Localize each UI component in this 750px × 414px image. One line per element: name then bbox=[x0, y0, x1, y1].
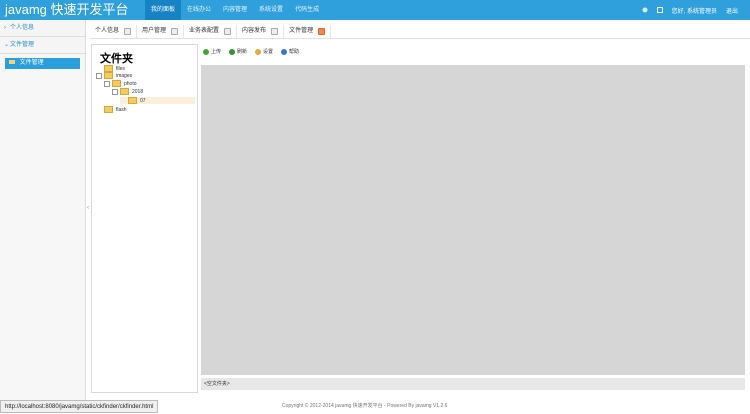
tab-label: 用户管理 bbox=[142, 27, 167, 34]
logout-link[interactable]: 退出 bbox=[726, 6, 738, 15]
sidebar-group-files[interactable]: ⌄ 文件管理 bbox=[0, 37, 85, 54]
footer-copyright: Copyright © 2012-2014 javamg 快速开发平台 - Po… bbox=[282, 403, 448, 409]
top-right-area: 您好, 系统管理员 退出 bbox=[642, 0, 738, 20]
status-bar: <空文件夹> bbox=[201, 378, 745, 390]
user-menu-link[interactable]: 您好, 系统管理员 bbox=[672, 6, 717, 15]
folder-icon bbox=[104, 106, 113, 113]
settings-icon bbox=[255, 48, 262, 55]
sidebar-collapse-handle[interactable]: ‹ bbox=[86, 200, 90, 216]
tree-node[interactable]: 2018 bbox=[112, 88, 143, 95]
tree-node[interactable]: images bbox=[96, 72, 132, 79]
refresh-icon bbox=[229, 48, 236, 55]
toolbar-button[interactable]: 帮助 bbox=[281, 48, 299, 55]
tab[interactable]: 文件管理 bbox=[284, 24, 332, 38]
tab-label: 文件管理 bbox=[289, 27, 314, 34]
chevron-down-icon: ⌄ bbox=[4, 42, 10, 48]
folder-icon bbox=[104, 65, 113, 72]
folder-icon bbox=[120, 88, 129, 95]
sidebar-group-profile[interactable]: › 个人信息 bbox=[0, 20, 85, 37]
folder-icon bbox=[128, 97, 137, 104]
nav-item[interactable]: 在线办公 bbox=[181, 0, 217, 20]
close-icon[interactable] bbox=[224, 27, 232, 35]
sidebar-group-label: 个人信息 bbox=[10, 25, 35, 31]
tab[interactable]: 用户管理 bbox=[137, 24, 185, 38]
help-icon bbox=[281, 48, 288, 55]
tab[interactable]: 个人信息 bbox=[90, 24, 138, 38]
tree-node-label: 07 bbox=[140, 97, 146, 104]
tree-node-label: images bbox=[116, 72, 133, 79]
tree-node[interactable]: 07 bbox=[120, 97, 195, 104]
toolbar-button[interactable]: 上传 bbox=[203, 48, 221, 55]
tab-label: 业务表配置 bbox=[189, 27, 220, 34]
tree-node[interactable]: photo bbox=[104, 80, 137, 87]
tab-label: 个人信息 bbox=[95, 27, 120, 34]
tree-node[interactable]: flash bbox=[96, 106, 127, 113]
top-navbar: javamg 快速开发平台 我的面板 在线办公 内容管理 系统设置 代码生成 您好, 系… bbox=[0, 0, 750, 20]
expand-toggle-icon[interactable] bbox=[104, 80, 110, 87]
sidebar: › 个人信息 ⌄ 文件管理 文件管理 bbox=[0, 20, 86, 400]
nav-item[interactable]: 代码生成 bbox=[289, 0, 325, 20]
tree-node-label: photo bbox=[124, 80, 137, 87]
sidebar-item-label: 文件管理 bbox=[19, 60, 44, 66]
folder-panel-title: 文件夹 bbox=[100, 53, 133, 65]
toolbar-button-label: 刷新 bbox=[237, 49, 248, 55]
nav-item[interactable]: 我的面板 bbox=[145, 0, 182, 20]
tree-node-label: flash bbox=[116, 106, 127, 113]
toolbar-button-label: 上传 bbox=[211, 49, 222, 55]
tab[interactable]: 业务表配置 bbox=[184, 24, 238, 38]
expand-toggle-icon[interactable] bbox=[112, 88, 118, 95]
folder-icon bbox=[112, 80, 121, 87]
toolbar-button[interactable]: 刷新 bbox=[229, 48, 247, 55]
file-toolbar: 上传 刷新 设置 帮助 bbox=[203, 48, 299, 55]
folder-icon bbox=[104, 72, 113, 79]
upload-icon bbox=[203, 48, 209, 55]
chevron-right-icon: › bbox=[4, 25, 6, 31]
close-icon[interactable] bbox=[171, 27, 179, 35]
close-icon[interactable] bbox=[271, 27, 279, 35]
main-nav: 我的面板 在线办公 内容管理 系统设置 代码生成 bbox=[145, 0, 325, 20]
brand-title: javamg 快速开发平台 bbox=[5, 2, 129, 17]
folder-icon bbox=[9, 60, 15, 65]
sidebar-item-file-manager[interactable]: 文件管理 bbox=[5, 58, 80, 69]
tab-bar: 个人信息 用户管理 业务表配置 内容发布 文件管理 bbox=[90, 24, 750, 39]
folder-panel: 文件夹 files images photo 2018 07 flash bbox=[91, 44, 198, 393]
expand-toggle-icon[interactable] bbox=[96, 72, 102, 79]
nav-item[interactable]: 系统设置 bbox=[253, 0, 289, 20]
nav-item[interactable]: 内容管理 bbox=[217, 0, 253, 20]
tab-label: 内容发布 bbox=[242, 27, 267, 34]
status-url: http://localhost:8080/javamg/static/ckfi… bbox=[0, 400, 159, 413]
close-icon[interactable] bbox=[318, 27, 326, 35]
tree-node-label: 2018 bbox=[132, 88, 144, 95]
tree-node[interactable]: files bbox=[96, 65, 125, 72]
file-list-area[interactable] bbox=[201, 65, 745, 375]
tree-node-label: files bbox=[116, 65, 125, 72]
grid-icon[interactable] bbox=[656, 7, 663, 13]
toolbar-button[interactable]: 设置 bbox=[255, 48, 273, 55]
sidebar-group-label: 文件管理 bbox=[10, 42, 35, 48]
close-icon[interactable] bbox=[124, 27, 132, 35]
theme-icon[interactable] bbox=[642, 7, 648, 13]
toolbar-button-label: 设置 bbox=[263, 49, 274, 55]
tab[interactable]: 内容发布 bbox=[237, 24, 285, 38]
toolbar-button-label: 帮助 bbox=[289, 49, 300, 55]
